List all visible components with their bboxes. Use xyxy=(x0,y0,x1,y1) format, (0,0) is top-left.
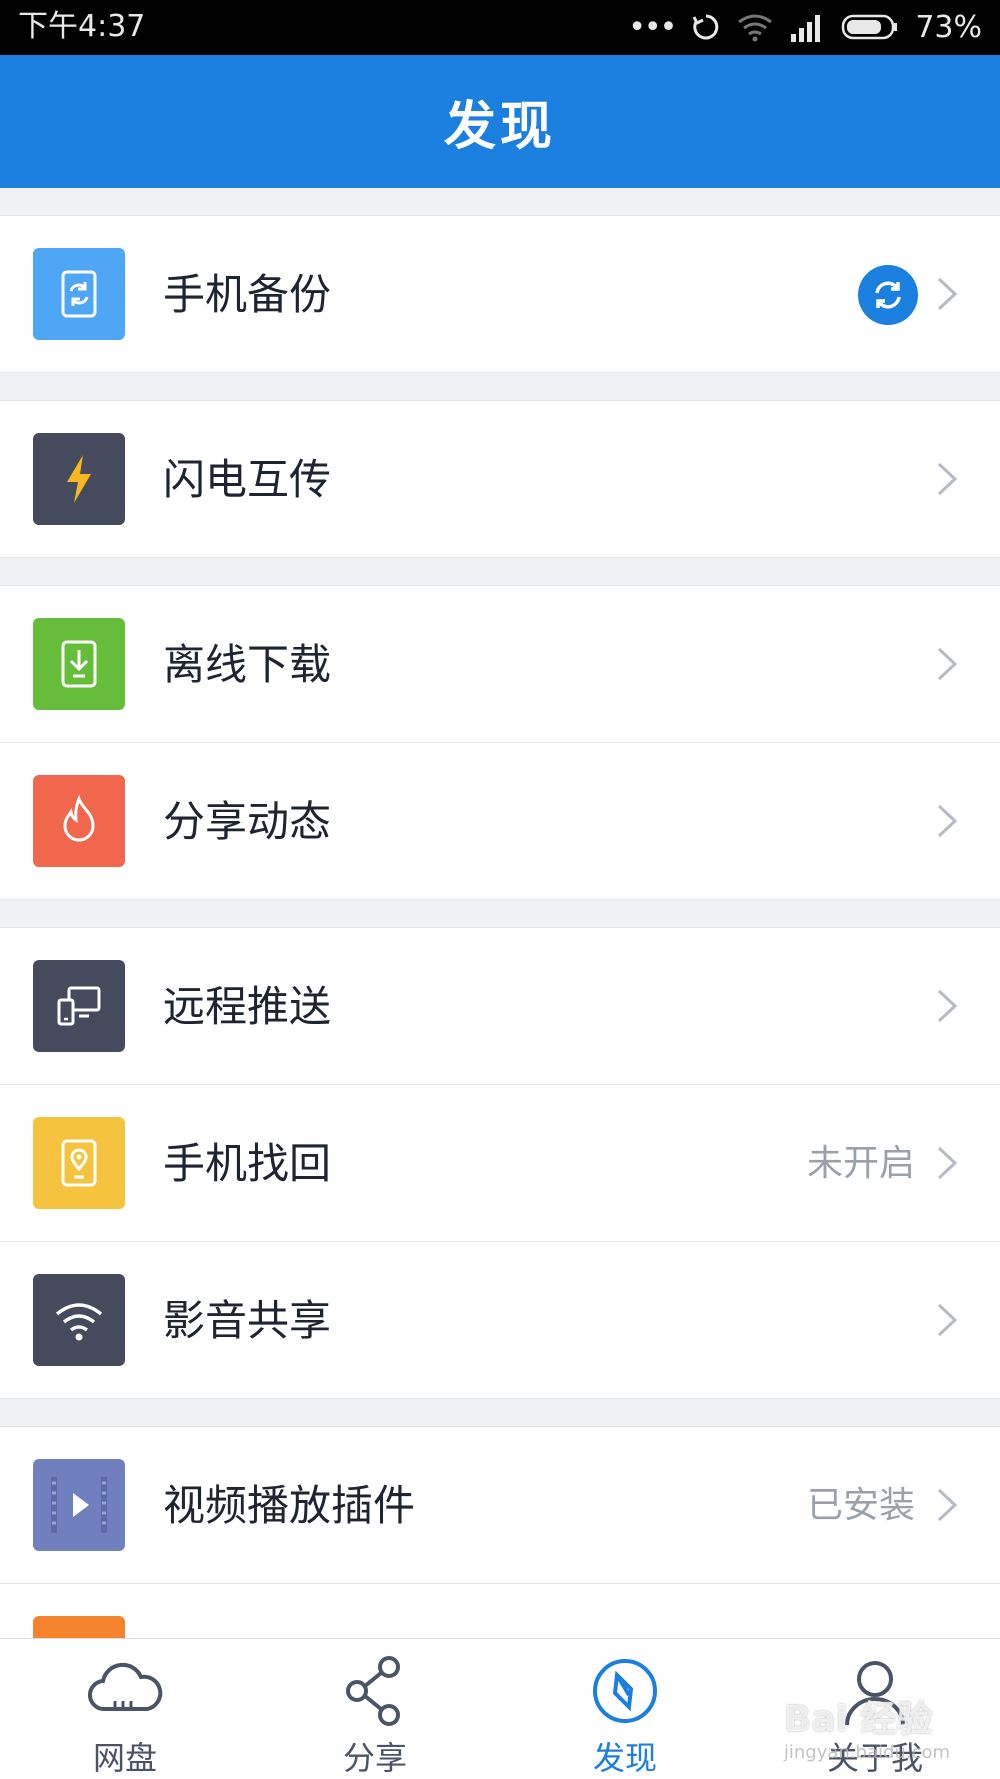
more-dots-icon: ••• xyxy=(628,9,677,45)
tab-discover[interactable]: 发现 xyxy=(500,1639,750,1779)
row-remote-push[interactable]: 远程推送 xyxy=(0,928,1000,1085)
row-label: 远程推送 xyxy=(163,982,332,1031)
status-text: 未开启 xyxy=(806,1143,915,1184)
row-label: 影音共享 xyxy=(163,1296,332,1345)
wifi-status-icon xyxy=(738,14,773,42)
row-video-plugin[interactable]: 视频播放插件 已安装 xyxy=(0,1427,1000,1584)
lightning-icon xyxy=(33,433,125,525)
tab-about-me[interactable]: 关于我 xyxy=(750,1639,1000,1779)
row-media-share[interactable]: 影音共享 xyxy=(0,1242,1000,1399)
chevron-right-icon xyxy=(937,1488,958,1522)
chevron-right-icon xyxy=(937,804,958,838)
chevron-right-icon xyxy=(937,462,958,496)
tab-label: 分享 xyxy=(342,1739,407,1777)
compass-icon xyxy=(593,1659,657,1723)
row-lightning-transfer[interactable]: 闪电互传 xyxy=(0,401,1000,558)
chevron-right-icon xyxy=(937,1146,958,1180)
row-label: 手机备份 xyxy=(163,270,332,319)
tab-label: 发现 xyxy=(592,1739,657,1777)
chevron-right-icon xyxy=(937,989,958,1023)
status-bar: 下午4:37 ••• 73% xyxy=(0,0,1000,55)
phone-backup-icon xyxy=(33,248,125,340)
row-label: 离线下载 xyxy=(163,640,332,689)
sync-badge-icon xyxy=(858,265,918,325)
section-gap xyxy=(0,900,1000,928)
row-phone-backup[interactable]: 手机备份 xyxy=(0,216,1000,373)
discover-list: 手机备份 闪电互传 离线下载 分享动态 远程推送 手机找回 未开启 影音共享 视… xyxy=(0,188,1000,1741)
share-icon xyxy=(346,1656,400,1726)
video-play-icon xyxy=(33,1459,125,1551)
sync-icon xyxy=(692,14,719,40)
battery-icon xyxy=(842,14,898,40)
wifi-icon xyxy=(33,1274,125,1366)
flame-icon xyxy=(33,775,125,867)
row-phone-recovery[interactable]: 手机找回 未开启 xyxy=(0,1085,1000,1242)
battery-level: 73% xyxy=(915,9,982,45)
tab-share[interactable]: 分享 xyxy=(250,1639,500,1779)
status-text: 已安装 xyxy=(806,1485,915,1526)
row-label: 视频播放插件 xyxy=(163,1481,416,1530)
section-gap xyxy=(0,1399,1000,1427)
chevron-right-icon xyxy=(937,277,958,311)
user-icon xyxy=(845,1661,905,1726)
row-offline-download[interactable]: 离线下载 xyxy=(0,586,1000,743)
row-label: 闪电互传 xyxy=(163,455,332,504)
row-share-activity[interactable]: 分享动态 xyxy=(0,743,1000,900)
status-time: 下午4:37 xyxy=(18,9,146,44)
nav-bar: 发现 xyxy=(0,55,1000,188)
section-gap xyxy=(0,558,1000,586)
row-label: 分享动态 xyxy=(163,797,332,846)
row-label: 手机找回 xyxy=(163,1139,332,1188)
section-gap xyxy=(0,373,1000,401)
chevron-right-icon xyxy=(937,647,958,681)
status-icons: ••• 73% xyxy=(628,8,982,46)
signal-icon xyxy=(791,15,821,42)
cloud-icon xyxy=(87,1662,163,1712)
phone-locate-icon xyxy=(33,1117,125,1209)
tab-label: 网盘 xyxy=(92,1739,157,1777)
section-gap xyxy=(0,188,1000,216)
devices-icon xyxy=(33,960,125,1052)
tab-label: 关于我 xyxy=(826,1739,923,1777)
chevron-right-icon xyxy=(937,1303,958,1337)
download-icon xyxy=(33,618,125,710)
page-title: 发现 xyxy=(443,97,556,157)
bottom-tab-bar: 网盘 分享 发现 关于我 xyxy=(0,1638,1000,1779)
tab-cloud-drive[interactable]: 网盘 xyxy=(0,1639,250,1779)
